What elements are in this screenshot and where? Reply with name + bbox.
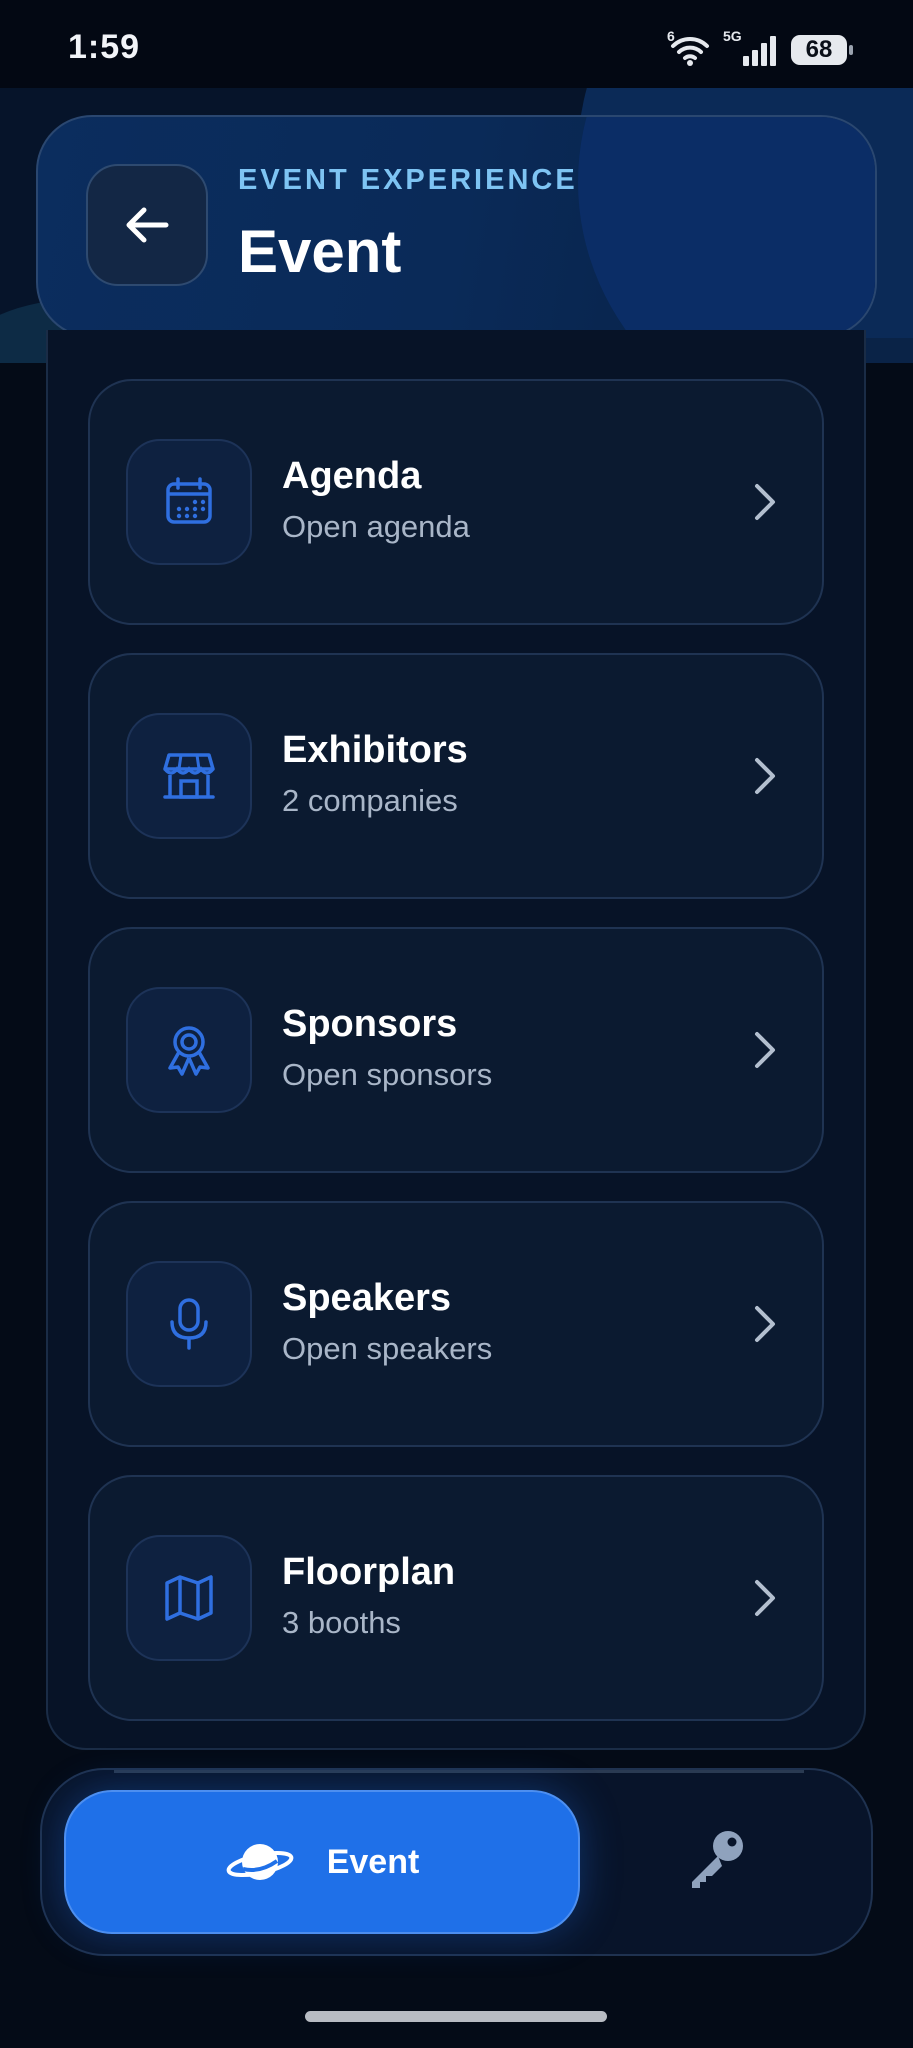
home-indicator[interactable]: [305, 2011, 607, 2022]
storefront-icon: [163, 753, 215, 799]
menu-item-subtitle: 2 companies: [282, 783, 458, 818]
bottom-navigation: Event: [40, 1768, 873, 1956]
chevron-right-icon: [755, 1580, 775, 1616]
chevron-right-icon: [755, 484, 775, 520]
page-title: Event: [238, 218, 402, 285]
chevron-right-icon: [755, 1032, 775, 1068]
signal-label: 5G: [723, 28, 742, 44]
menu-item-title: Speakers: [282, 1277, 452, 1319]
chevron-right-icon: [755, 1306, 775, 1342]
menu-item-exhibitors[interactable]: Exhibitors 2 companies: [88, 653, 824, 899]
microphone-icon: [170, 1298, 208, 1350]
menu-item-subtitle: Open speakers: [282, 1331, 493, 1366]
header-eyebrow: EVENT EXPERIENCE: [238, 164, 578, 196]
menu-icon-box: [126, 1535, 252, 1661]
planet-icon: [226, 1844, 294, 1880]
wifi-label: 6: [667, 28, 675, 44]
nav-tab-event-label: Event: [326, 1842, 420, 1881]
menu-icon-box: [126, 713, 252, 839]
menu-item-title: Sponsors: [282, 1003, 458, 1045]
calendar-icon: [166, 477, 212, 524]
menu-item-title: Exhibitors: [282, 729, 468, 771]
menu-item-subtitle: 3 booths: [282, 1605, 401, 1640]
menu-icon-box: [126, 439, 252, 565]
status-time: 1:59: [68, 28, 141, 66]
award-ribbon-icon: [168, 1026, 210, 1076]
menu-item-speakers[interactable]: Speakers Open speakers: [88, 1201, 824, 1447]
arrow-left-icon: [126, 207, 169, 243]
nav-tab-event[interactable]: Event: [64, 1790, 580, 1934]
menu-icon-box: [126, 987, 252, 1113]
signal-icon: 5G: [723, 28, 781, 68]
menu-item-subtitle: Open agenda: [282, 509, 470, 544]
menu-item-title: Floorplan: [282, 1551, 456, 1593]
menu-icon-box: [126, 1261, 252, 1387]
menu-item-agenda[interactable]: Agenda Open agenda: [88, 379, 824, 625]
menu-item-subtitle: Open sponsors: [282, 1057, 493, 1092]
chevron-right-icon: [755, 758, 775, 794]
status-bar: 1:59 6 5G 68: [0, 0, 913, 95]
back-button[interactable]: [86, 164, 208, 286]
map-icon: [165, 1575, 213, 1621]
menu-item-floorplan[interactable]: Floorplan 3 booths: [88, 1475, 824, 1721]
wifi-icon: 6: [667, 28, 713, 68]
menu-item-title: Agenda: [282, 455, 422, 497]
key-icon[interactable]: [682, 1822, 754, 1894]
header-card: EVENT EXPERIENCE Event: [36, 115, 877, 338]
battery-indicator: 68: [791, 35, 853, 65]
menu-item-sponsors[interactable]: Sponsors Open sponsors: [88, 927, 824, 1173]
status-icons: 6 5G 68: [667, 28, 853, 70]
